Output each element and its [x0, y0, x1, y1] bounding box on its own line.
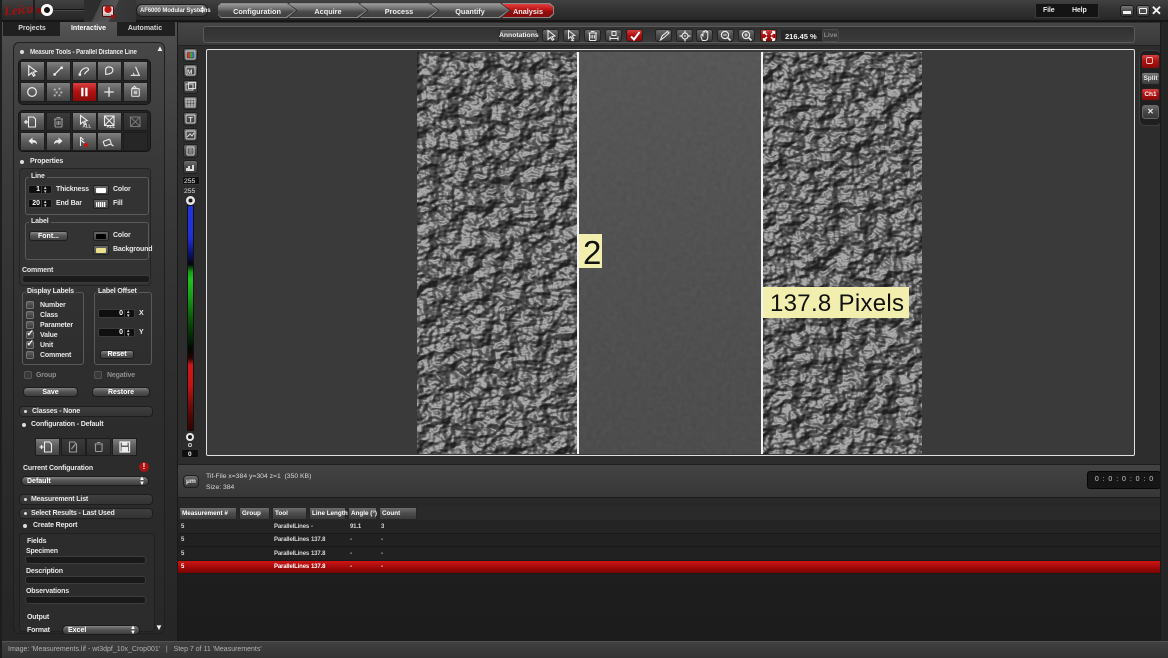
svg-text:M: M — [187, 69, 192, 76]
svg-text:ALL: ALL — [107, 124, 116, 129]
svg-text:ALL: ALL — [82, 124, 91, 129]
svg-text:T: T — [189, 117, 194, 124]
